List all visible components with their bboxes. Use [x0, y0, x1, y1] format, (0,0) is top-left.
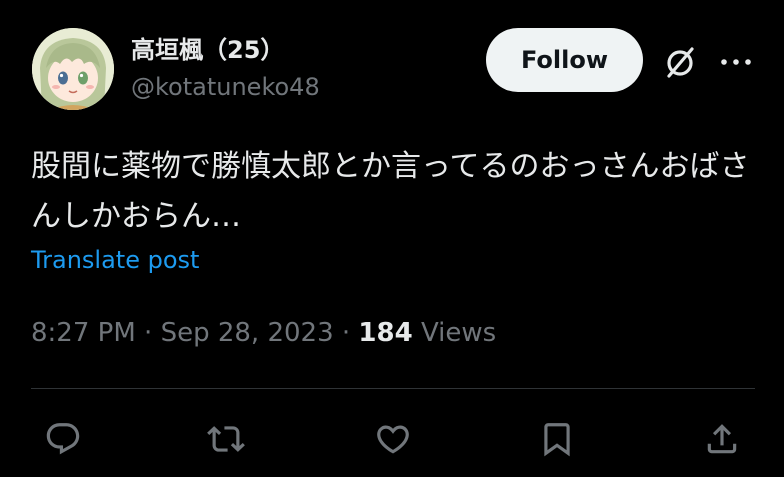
- follow-button[interactable]: Follow: [486, 28, 643, 92]
- grok-icon[interactable]: [660, 42, 700, 82]
- share-icon: [707, 424, 737, 454]
- avatar[interactable]: [32, 28, 114, 110]
- share-button[interactable]: [700, 417, 744, 461]
- meta-separator: ·: [135, 318, 161, 348]
- reply-icon: [46, 423, 80, 455]
- bookmark-button[interactable]: [535, 417, 579, 461]
- views-count[interactable]: 184: [358, 318, 412, 348]
- post-metadata: 8:27 PM · Sep 28, 2023 · 184 Views: [31, 318, 496, 348]
- retweet-button[interactable]: [204, 417, 248, 461]
- display-name[interactable]: 高垣楓（25）: [131, 30, 284, 65]
- translate-post-link[interactable]: Translate post: [31, 246, 199, 274]
- like-icon: [377, 425, 409, 454]
- user-handle[interactable]: @kotatuneko48: [131, 73, 320, 101]
- avatar-illustration: [32, 28, 114, 110]
- post-date[interactable]: Sep 28, 2023: [161, 318, 334, 348]
- reply-button[interactable]: [41, 417, 85, 461]
- bookmark-icon: [544, 423, 570, 457]
- divider: [31, 388, 755, 389]
- tweet: 高垣楓（25） @kotatuneko48 Follow 股間に薬物で勝慎太郎と…: [0, 0, 784, 477]
- like-button[interactable]: [371, 417, 415, 461]
- retweet-icon: [207, 426, 245, 452]
- post-text: 股間に薬物で勝慎太郎とか言ってるのおっさんおばさんしかおらん…: [31, 149, 750, 234]
- post-time[interactable]: 8:27 PM: [31, 318, 136, 348]
- meta-separator: ·: [333, 318, 359, 348]
- more-horizontal-icon[interactable]: [718, 48, 754, 76]
- views-label: Views: [412, 318, 497, 348]
